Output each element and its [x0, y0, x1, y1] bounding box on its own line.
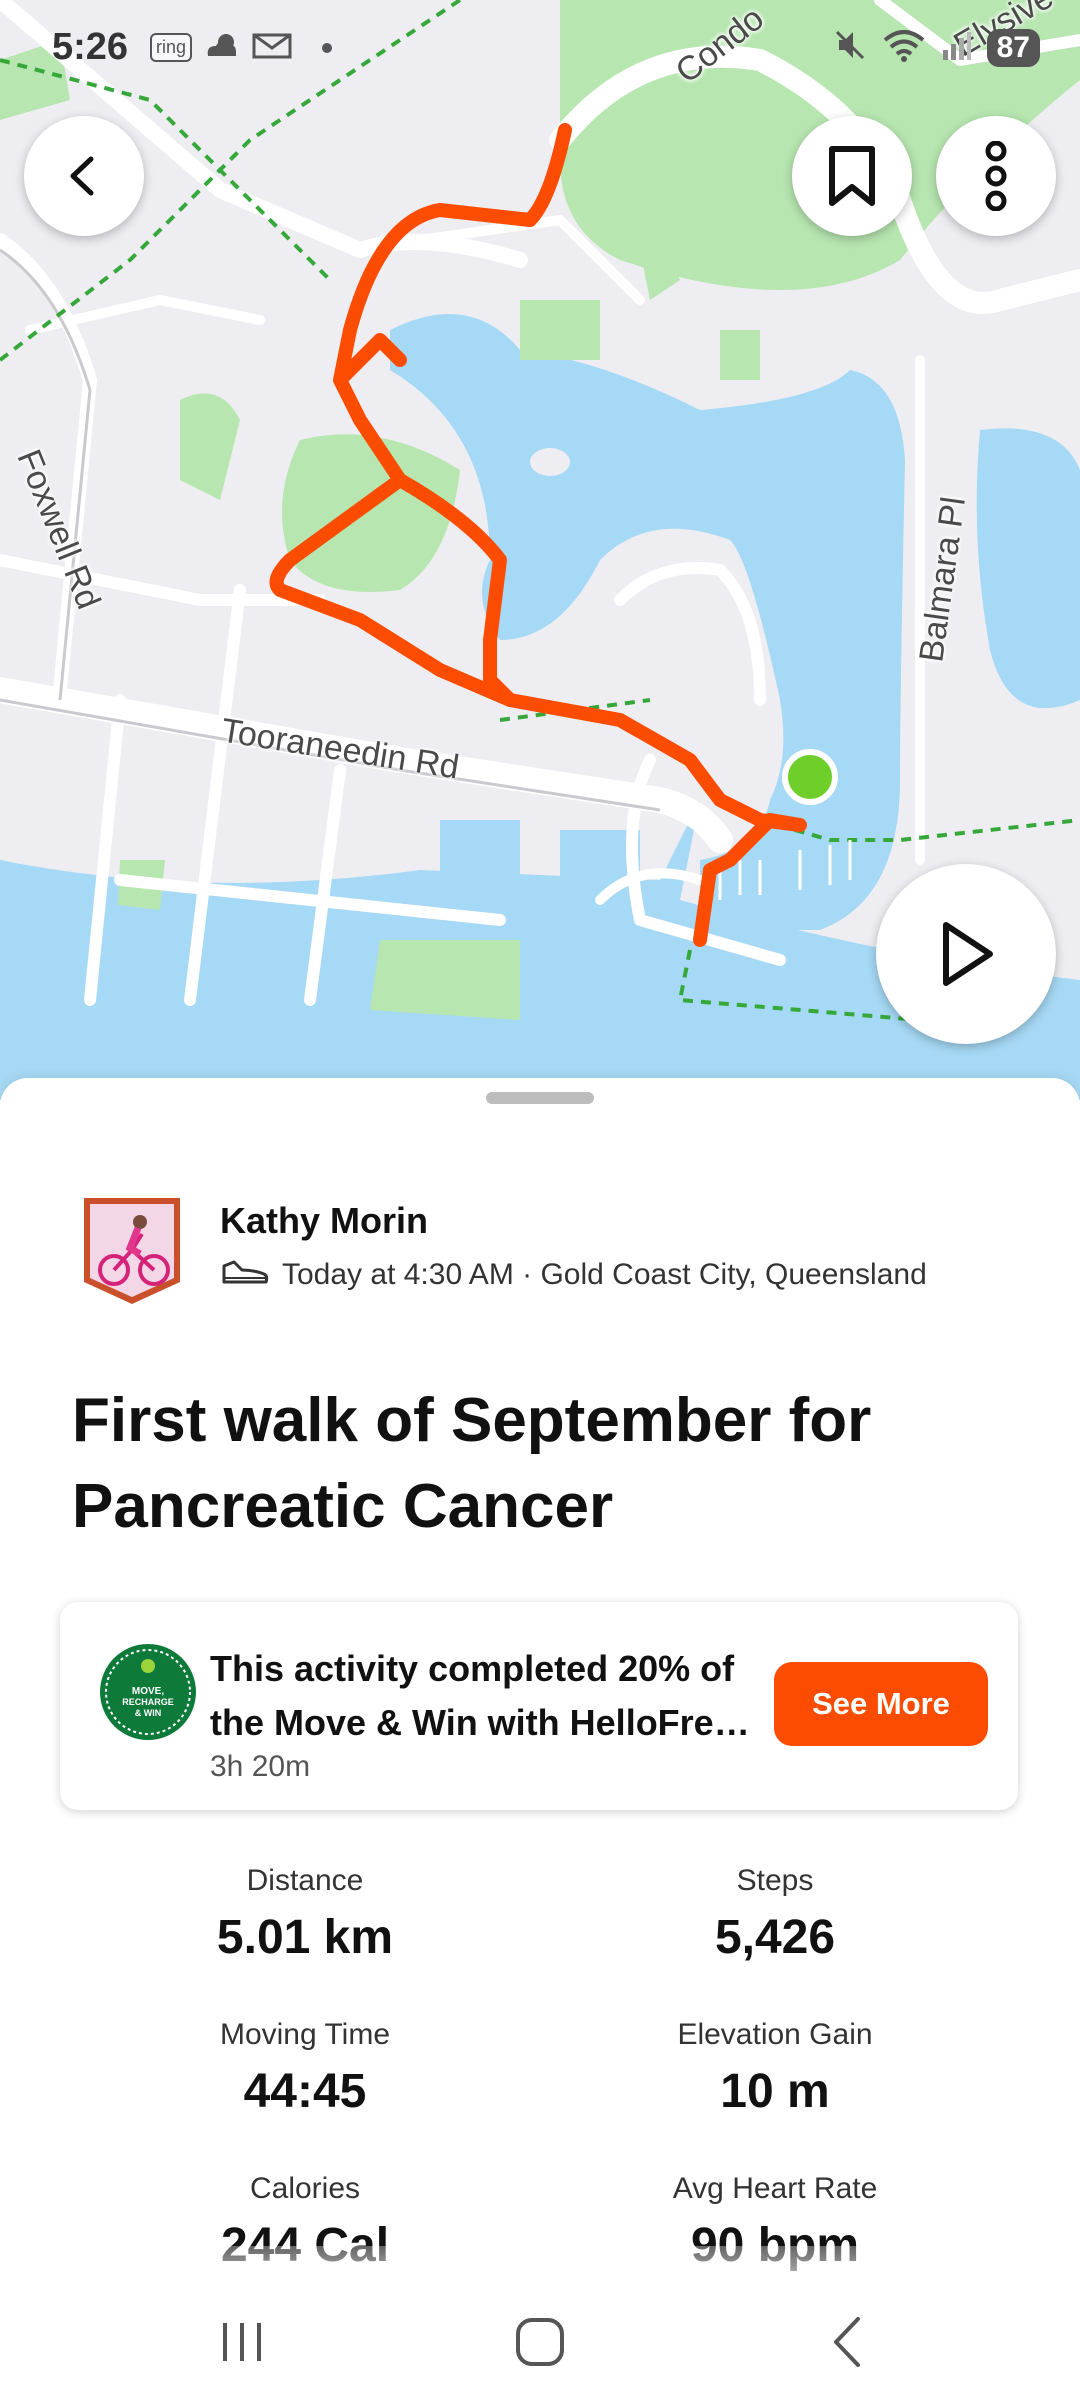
dot-icon	[322, 42, 333, 53]
activity-sheet: Kathy Morin Today at 4:30 AM · Gold Coas…	[0, 1078, 1080, 2400]
back-button[interactable]	[24, 116, 144, 236]
wifi-icon	[883, 28, 925, 67]
stat-moving-time: Moving Time 44:45	[70, 2018, 540, 2119]
bookmark-button[interactable]	[792, 116, 912, 236]
challenge-line-2: the Move & Win with HelloFre…	[210, 1702, 750, 1743]
stat-label: Steps	[736, 1864, 814, 1897]
stat-label: Calories	[249, 2172, 361, 2205]
system-back-button[interactable]	[806, 2312, 890, 2372]
system-nav-bar	[0, 2282, 1080, 2400]
challenge-badge-text: MOVE,	[132, 1686, 164, 1697]
stat-label: Avg Heart Rate	[672, 2172, 878, 2205]
stat-value: 44:45	[243, 2065, 367, 2118]
stat-steps: Steps 5,426	[540, 1864, 1010, 1965]
athlete-header[interactable]: Kathy Morin Today at 4:30 AM · Gold Coas…	[80, 1194, 927, 1306]
battery-icon: 87	[986, 28, 1040, 67]
status-icons-right: 87	[833, 28, 1040, 67]
avatar[interactable]	[80, 1194, 184, 1306]
see-more-button[interactable]: See More	[774, 1662, 988, 1746]
back-arrow-icon	[834, 2317, 860, 2367]
challenge-duration: 3h 20m	[210, 1750, 311, 1783]
chevron-left-icon	[70, 156, 94, 196]
recent-apps-icon	[223, 2323, 261, 2361]
recent-apps-button[interactable]	[200, 2312, 284, 2372]
home-button[interactable]	[498, 2312, 582, 2372]
signal-icon	[941, 30, 971, 65]
svg-text:RECHARGE: RECHARGE	[122, 1697, 174, 1707]
mute-icon	[833, 28, 867, 67]
stat-value: 5,426	[714, 1911, 836, 1964]
more-options-button[interactable]	[936, 116, 1056, 236]
stat-value: 10 m	[720, 2065, 830, 2118]
status-icons-left: ring	[150, 30, 333, 65]
athlete-name[interactable]: Kathy Morin	[220, 1200, 927, 1242]
sheet-drag-handle[interactable]	[486, 1092, 594, 1104]
challenge-line-1: This activity completed 20% of	[210, 1648, 735, 1689]
status-time: 5:26	[52, 26, 129, 68]
activity-title: First walk of September for Pancreatic C…	[72, 1386, 872, 1541]
challenge-text: This activity completed 20% of the Move …	[210, 1642, 830, 1750]
weather-icon	[202, 30, 242, 65]
ring-icon: ring	[150, 33, 193, 62]
stat-label: Distance	[246, 1864, 364, 1897]
home-icon	[516, 2318, 564, 2366]
challenge-card[interactable]: MOVE, RECHARGE & WIN This activity compl…	[60, 1602, 1018, 1810]
route-end-marker	[782, 749, 838, 805]
walk-shoe-icon	[220, 1256, 270, 1294]
mail-icon	[252, 30, 292, 65]
challenge-badge: MOVE, RECHARGE & WIN	[98, 1642, 198, 1742]
play-icon	[943, 922, 993, 986]
stat-value: 5.01 km	[216, 1911, 394, 1964]
stat-distance: Distance 5.01 km	[70, 1864, 540, 1965]
stat-label: Moving Time	[219, 2018, 391, 2051]
svg-text:& WIN: & WIN	[135, 1708, 162, 1718]
stat-elevation-gain: Elevation Gain 10 m	[540, 2018, 1010, 2119]
more-vertical-icon	[985, 141, 1007, 211]
stat-label: Elevation Gain	[677, 2018, 873, 2051]
status-bar: 5:26 ring 87	[0, 0, 1080, 100]
bookmark-icon	[829, 146, 875, 206]
activity-meta: Today at 4:30 AM · Gold Coast City, Quee…	[282, 1258, 927, 1291]
play-flyover-button[interactable]	[876, 864, 1056, 1044]
